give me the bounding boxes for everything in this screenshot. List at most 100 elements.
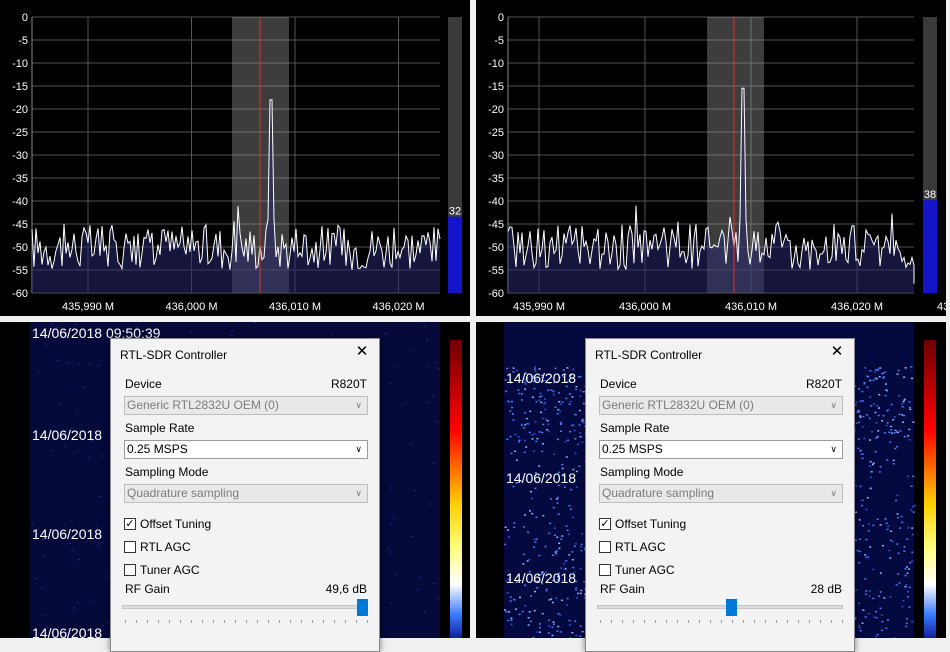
rf-gain-slider-track[interactable] [597, 605, 843, 609]
waterfall-speckle [862, 622, 864, 624]
waterfall-speckle [882, 377, 884, 379]
waterfall-speckle [568, 554, 570, 556]
waterfall-speckle [867, 497, 869, 499]
waterfall-speckle [568, 505, 570, 507]
spectrum-panel-left[interactable]: 0-5-10-15-20-25-30-35-40-45-50-55-60435,… [0, 0, 470, 316]
waterfall-speckle [76, 602, 78, 603]
waterfall-speckle [873, 616, 875, 618]
waterfall-speckle [534, 488, 536, 490]
device-select[interactable]: Generic RTL2832U OEM (0) ∨ [124, 396, 368, 415]
device-select[interactable]: Generic RTL2832U OEM (0) ∨ [599, 396, 843, 415]
offset-tuning-label: Offset Tuning [140, 517, 211, 531]
sample-rate-select[interactable]: 0.25 MSPS ∨ [124, 440, 368, 459]
waterfall-speckle [856, 401, 858, 403]
waterfall-speckle [533, 546, 535, 548]
waterfall-speckle [553, 507, 555, 509]
device-select-value: Generic RTL2832U OEM (0) [602, 398, 754, 412]
waterfall-speckle [898, 370, 900, 372]
waterfall-speckle [405, 403, 407, 404]
y-tick-label: -60 [488, 288, 504, 300]
waterfall-speckle [912, 476, 914, 478]
waterfall-speckle [546, 590, 548, 592]
waterfall-speckle [865, 590, 867, 592]
waterfall-speckle [894, 416, 896, 418]
waterfall-speckle [438, 368, 440, 369]
waterfall-speckle [888, 526, 890, 528]
waterfall-speckle [553, 454, 555, 456]
y-tick-label: -35 [12, 173, 28, 185]
waterfall-speckle [529, 411, 531, 413]
waterfall-speckle [909, 606, 911, 608]
offset-tuning-checkbox[interactable]: ✓ [124, 518, 136, 530]
waterfall-speckle [395, 574, 397, 575]
waterfall-speckle [877, 634, 879, 636]
waterfall-speckle [866, 539, 868, 541]
x-tick-label: 436,010 M [725, 301, 777, 313]
waterfall-speckle [547, 424, 549, 426]
waterfall-speckle [521, 393, 523, 395]
waterfall-speckle [538, 400, 540, 402]
y-tick-label: -50 [488, 242, 504, 254]
waterfall-speckle [60, 403, 62, 404]
close-icon[interactable]: ✕ [826, 341, 848, 363]
waterfall-speckle [901, 516, 903, 518]
waterfall-speckle [881, 420, 883, 422]
y-tick-label: -10 [12, 58, 28, 70]
waterfall-speckle [553, 623, 555, 625]
waterfall-speckle [572, 517, 574, 519]
waterfall-speckle [555, 553, 557, 555]
spectrum-plot-right[interactable]: 0-5-10-15-20-25-30-35-40-45-50-55-60435,… [476, 0, 946, 316]
waterfall-speckle [888, 409, 890, 411]
waterfall-speckle [536, 438, 538, 440]
rtl-agc-checkbox[interactable] [599, 541, 611, 553]
waterfall-speckle [862, 453, 864, 455]
x-tick-label: 436,020 M [831, 301, 883, 313]
waterfall-speckle [389, 383, 391, 384]
waterfall-speckle [513, 599, 515, 601]
waterfall-speckle [889, 441, 891, 443]
waterfall-speckle [511, 401, 513, 403]
waterfall-timestamp: 14/06/2018 [506, 570, 576, 586]
waterfall-speckle [906, 566, 908, 568]
waterfall-speckle [530, 621, 532, 623]
waterfall-speckle [891, 404, 893, 406]
sample-rate-select[interactable]: 0.25 MSPS ∨ [599, 440, 843, 459]
sampling-mode-select[interactable]: Quadrature sampling ∨ [124, 484, 368, 503]
waterfall-speckle [581, 544, 583, 546]
y-tick-label: -5 [494, 35, 504, 47]
waterfall-speckle [548, 431, 550, 433]
y-tick-label: -20 [488, 104, 504, 116]
waterfall-speckle [875, 451, 877, 453]
waterfall-speckle [888, 432, 890, 434]
tuner-agc-checkbox[interactable] [599, 564, 611, 576]
x-tick-label: 435,990 M [62, 301, 114, 313]
rf-gain-slider-thumb[interactable] [726, 599, 737, 616]
spectrum-panel-right[interactable]: 0-5-10-15-20-25-30-35-40-45-50-55-60435,… [476, 0, 946, 316]
y-tick-label: -50 [12, 242, 28, 254]
rf-gain-slider-thumb[interactable] [357, 599, 368, 616]
waterfall-speckle [582, 419, 584, 421]
sample-rate-label: Sample Rate [125, 421, 194, 435]
waterfall-speckle [580, 376, 582, 378]
rtl-agc-checkbox[interactable] [124, 541, 136, 553]
close-icon[interactable]: ✕ [351, 341, 373, 363]
waterfall-speckle [414, 490, 416, 491]
waterfall-speckle [909, 439, 911, 441]
waterfall-speckle [909, 407, 911, 409]
tuner-agc-checkbox[interactable] [124, 564, 136, 576]
waterfall-speckle [907, 476, 909, 478]
waterfall-speckle [578, 466, 580, 468]
waterfall-timestamp: 14/06/2018 [32, 625, 102, 638]
y-tick-label: -55 [12, 265, 28, 277]
sampling-mode-select[interactable]: Quadrature sampling ∨ [599, 484, 843, 503]
rf-gain-slider-track[interactable] [122, 605, 368, 609]
offset-tuning-checkbox[interactable]: ✓ [599, 518, 611, 530]
waterfall-speckle [546, 429, 548, 431]
y-tick-label: -45 [12, 219, 28, 231]
waterfall-speckle [873, 463, 875, 465]
y-tick-label: -40 [12, 196, 28, 208]
waterfall-speckle [883, 597, 885, 599]
y-tick-label: -40 [488, 196, 504, 208]
waterfall-speckle [528, 423, 530, 425]
spectrum-plot-left[interactable]: 0-5-10-15-20-25-30-35-40-45-50-55-60435,… [0, 0, 470, 316]
